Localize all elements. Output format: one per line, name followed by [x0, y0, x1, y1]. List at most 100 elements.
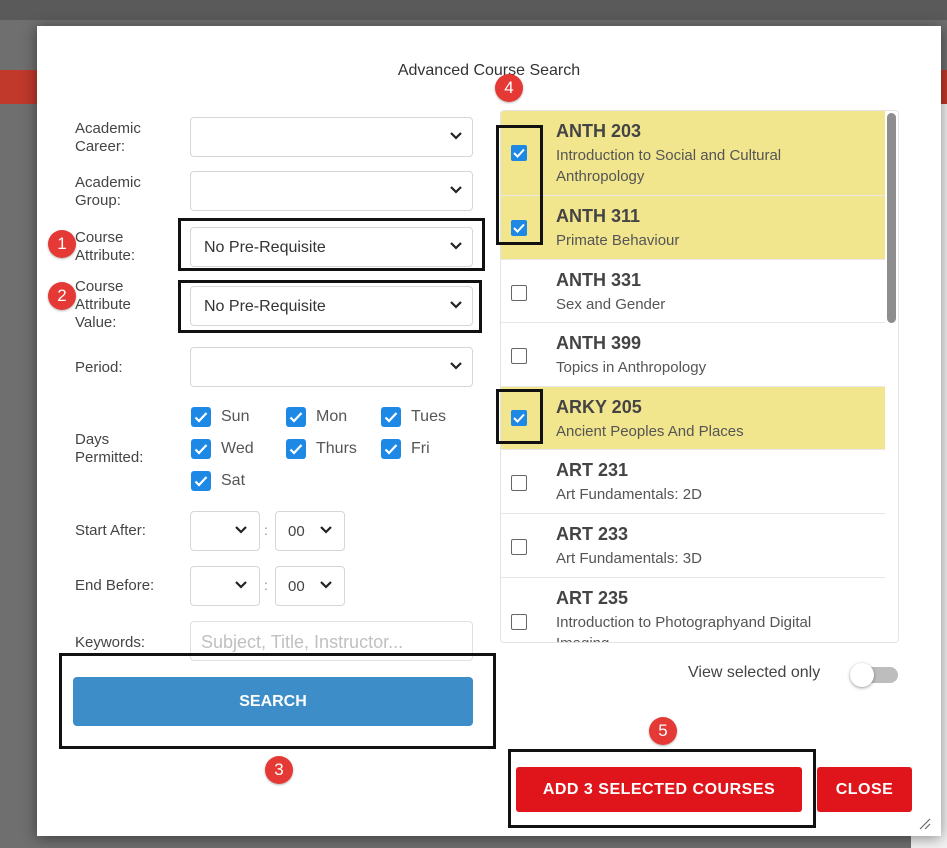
scrollbar-thumb[interactable]	[887, 113, 896, 323]
course-code: ARKY 205	[556, 397, 642, 417]
course-checkbox-unchecked[interactable]	[511, 475, 527, 491]
start-after-minute-select[interactable]: 00	[275, 511, 345, 551]
annotation-box-search	[59, 653, 496, 749]
day-label-sun: Sun	[221, 408, 250, 425]
days-permitted-label: Days Permitted:	[75, 431, 144, 466]
course-code: ART 231	[556, 460, 629, 480]
period-label: Period:	[75, 359, 123, 376]
chevron-down-icon	[235, 526, 247, 534]
day-label-thurs: Thurs	[316, 440, 357, 457]
course-title: Topics in Anthropology	[556, 359, 707, 376]
course-checkbox-unchecked[interactable]	[511, 285, 527, 301]
keywords-placeholder: Subject, Title, Instructor...	[201, 632, 404, 652]
course-checkbox-unchecked[interactable]	[511, 539, 527, 555]
checkmark-icon	[381, 439, 401, 459]
day-checkbox-mon[interactable]: Mon	[286, 407, 347, 427]
start-after-minute-value: 00	[288, 523, 305, 540]
annotation-badge-3: 3	[265, 756, 293, 784]
annotation-box-course-attribute	[178, 218, 485, 271]
annotation-badge-1: 1	[48, 230, 76, 258]
course-title: Sex and Gender	[556, 296, 666, 313]
checkmark-icon	[286, 439, 306, 459]
day-label-tues: Tues	[411, 408, 446, 425]
checkmark-icon	[191, 439, 211, 459]
course-title: Art Fundamentals: 3D	[556, 550, 702, 567]
keywords-label: Keywords:	[75, 634, 146, 651]
academic-career-label: Academic Career:	[75, 120, 141, 155]
course-checkbox-unchecked[interactable]	[511, 348, 527, 364]
checkmark-icon	[286, 407, 306, 427]
time-separator: :	[264, 522, 268, 538]
checkmark-icon	[191, 407, 211, 427]
toggle-knob	[850, 663, 874, 687]
course-code: ANTH 331	[556, 270, 642, 290]
view-selected-only-label: View selected only	[688, 664, 821, 681]
annotation-box-add-button	[508, 749, 816, 828]
checkmark-icon	[381, 407, 401, 427]
course-row-art-231[interactable]: ART 231 Art Fundamentals: 2D	[501, 450, 887, 514]
course-attribute-label: Course Attribute:	[75, 229, 136, 264]
academic-group-select[interactable]	[190, 171, 473, 211]
day-checkbox-fri[interactable]: Fri	[381, 439, 430, 459]
start-after-label: Start After:	[75, 522, 146, 539]
chevron-down-icon	[320, 581, 332, 589]
time-separator: :	[264, 577, 268, 593]
course-row-arky-205[interactable]: ARKY 205 Ancient Peoples And Places	[501, 387, 887, 450]
course-row-anth-331[interactable]: ANTH 331 Sex and Gender	[501, 260, 887, 323]
course-row-anth-311[interactable]: ANTH 311 Primate Behaviour	[501, 196, 887, 260]
end-before-hour-select[interactable]	[190, 566, 260, 606]
chevron-down-icon	[450, 362, 462, 370]
course-list: ANTH 203 Introduction to Social and Cult…	[500, 110, 899, 643]
annotation-box-arky-checkbox	[496, 389, 543, 444]
day-label-fri: Fri	[411, 440, 430, 457]
checkmark-icon	[191, 471, 211, 491]
course-attribute-value-label: Course Attribute Value:	[75, 278, 131, 331]
start-after-hour-select[interactable]	[190, 511, 260, 551]
course-row-anth-399[interactable]: ANTH 399 Topics in Anthropology	[501, 323, 887, 387]
academic-group-label: Academic Group:	[75, 174, 141, 209]
chevron-down-icon	[235, 581, 247, 589]
course-title: Ancient Peoples And Places	[556, 423, 744, 440]
course-code: ART 233	[556, 524, 629, 544]
course-checkbox-unchecked[interactable]	[511, 614, 527, 630]
day-label-mon: Mon	[316, 408, 348, 425]
dialog-title: Advanced Course Search	[397, 62, 581, 79]
annotation-box-course-attribute-value	[178, 280, 482, 333]
day-checkbox-thurs[interactable]: Thurs	[286, 439, 357, 459]
background-banner-left	[0, 70, 40, 104]
course-title: Introduction to Photographyand Digital I…	[556, 614, 812, 642]
close-button[interactable]: CLOSE	[817, 767, 912, 812]
resize-handle-icon[interactable]	[917, 816, 931, 830]
background-page-header	[0, 0, 947, 20]
annotation-box-anth-checkboxes	[496, 125, 543, 245]
annotation-badge-5: 5	[649, 717, 677, 745]
annotation-badge-2: 2	[48, 282, 76, 310]
end-before-minute-select[interactable]: 00	[275, 566, 345, 606]
day-checkbox-tues[interactable]: Tues	[381, 407, 446, 427]
day-label-wed: Wed	[221, 440, 254, 457]
annotation-badge-4: 4	[495, 74, 523, 102]
day-checkbox-sun[interactable]: Sun	[191, 407, 249, 427]
course-title: Introduction to Social and Cultural Anth…	[556, 147, 782, 185]
period-select[interactable]	[190, 347, 473, 387]
course-row-art-233[interactable]: ART 233 Art Fundamentals: 3D	[501, 514, 887, 578]
day-label-sat: Sat	[221, 472, 246, 489]
chevron-down-icon	[450, 186, 462, 194]
course-list-scrollbar[interactable]	[885, 111, 898, 642]
end-before-minute-value: 00	[288, 578, 305, 595]
end-before-label: End Before:	[75, 577, 155, 594]
academic-career-select[interactable]	[190, 117, 473, 157]
chevron-down-icon	[450, 132, 462, 140]
course-code: ANTH 399	[556, 333, 642, 353]
course-title: Primate Behaviour	[556, 232, 680, 249]
course-code: ART 235	[556, 588, 629, 608]
chevron-down-icon	[320, 526, 332, 534]
day-checkbox-sat[interactable]: Sat	[191, 471, 245, 491]
course-title: Art Fundamentals: 2D	[556, 486, 702, 503]
day-checkbox-wed[interactable]: Wed	[191, 439, 254, 459]
course-row-anth-203[interactable]: ANTH 203 Introduction to Social and Cult…	[501, 111, 887, 196]
view-selected-only-toggle[interactable]	[850, 663, 898, 687]
course-code: ANTH 311	[556, 206, 641, 226]
course-row-art-235[interactable]: ART 235 Introduction to Photographyand D…	[501, 578, 887, 642]
course-code: ANTH 203	[556, 121, 642, 141]
